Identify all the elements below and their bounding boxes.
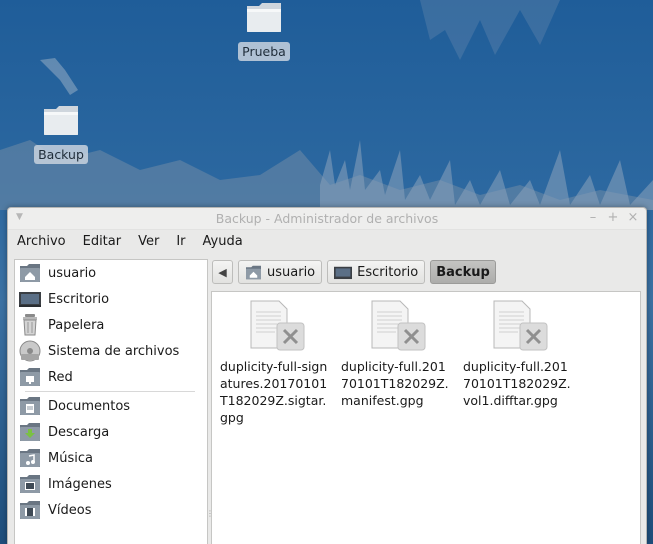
broken-document-icon	[247, 300, 305, 352]
sidebar-item-label: Imágenes	[48, 476, 112, 492]
sidebar-item-documentos[interactable]: Documentos	[15, 393, 207, 419]
window-title: Backup - Administrador de archivos	[215, 211, 439, 226]
path-crumb-label: usuario	[267, 264, 316, 280]
chevron-left-icon: ◀	[218, 265, 227, 279]
menu-ayuda[interactable]: Ayuda	[203, 234, 243, 249]
videos-folder-icon	[19, 499, 41, 521]
broken-document-icon	[368, 300, 426, 352]
music-folder-icon	[19, 447, 41, 469]
close-button[interactable]: ×	[626, 210, 640, 226]
sidebar-item-label: usuario	[48, 265, 97, 281]
maximize-button[interactable]: +	[606, 210, 620, 226]
path-crumb-label: Escritorio	[357, 264, 419, 280]
file-item[interactable]: duplicity-full.20170101T182029Z.manifest…	[339, 300, 453, 409]
trash-icon	[19, 314, 41, 336]
file-name: duplicity-full-signatures.20170101T18202…	[220, 359, 328, 425]
window-titlebar[interactable]: ▼ Backup - Administrador de archivos – +…	[8, 208, 646, 230]
pictures-folder-icon	[19, 473, 41, 495]
sidebar-item-label: Música	[48, 450, 93, 466]
desktop-icon	[334, 265, 353, 280]
path-crumb-label: Backup	[436, 264, 490, 280]
home-folder-icon	[19, 262, 41, 284]
minimize-button[interactable]: –	[586, 210, 600, 226]
menubar: Archivo Editar Ver Ir Ayuda	[8, 230, 646, 252]
sidebar-item-label: Descarga	[48, 424, 110, 440]
file-view[interactable]: duplicity-full-signatures.20170101T18202…	[211, 291, 641, 544]
sidebar-item-label: Sistema de archivos	[48, 343, 180, 359]
desktop-icon-backup[interactable]: Backup	[26, 103, 96, 164]
file-name: duplicity-full.20170101T182029Z.vol1.dif…	[463, 359, 571, 408]
path-bar: ◀ usuario Escritorio Backup	[212, 259, 501, 285]
path-crumb-usuario[interactable]: usuario	[238, 260, 323, 284]
drive-icon	[19, 340, 41, 362]
path-crumb-backup[interactable]: Backup	[430, 260, 496, 284]
sidebar-item-papelera[interactable]: Papelera	[15, 312, 207, 338]
network-icon	[19, 366, 41, 388]
sidebar-item-musica[interactable]: Música	[15, 445, 207, 471]
file-item[interactable]: duplicity-full.20170101T182029Z.vol1.dif…	[461, 300, 575, 409]
menu-archivo[interactable]: Archivo	[17, 234, 66, 249]
file-item[interactable]: duplicity-full-signatures.20170101T18202…	[218, 300, 332, 426]
desktop-icon-prueba[interactable]: Prueba	[229, 0, 299, 61]
sidebar-item-label: Documentos	[48, 398, 131, 414]
menu-ver[interactable]: Ver	[138, 234, 159, 249]
sidebar-item-descarga[interactable]: Descarga	[15, 419, 207, 445]
sidebar-item-red[interactable]: Red	[15, 364, 207, 390]
menu-editar[interactable]: Editar	[83, 234, 122, 249]
sidebar-item-label: Vídeos	[48, 502, 92, 518]
pane-splitter-handle[interactable]: ⋮	[206, 509, 214, 518]
broken-document-icon	[490, 300, 548, 352]
sidebar-item-escritorio[interactable]: Escritorio	[15, 286, 207, 312]
path-back-button[interactable]: ◀	[212, 260, 233, 284]
sidebar-separator	[25, 391, 195, 392]
desktop-icon-label: Prueba	[238, 42, 290, 61]
documents-folder-icon	[19, 395, 41, 417]
download-folder-icon	[19, 421, 41, 443]
desktop-wallpaper	[0, 0, 653, 210]
menu-ir[interactable]: Ir	[176, 234, 185, 249]
file-manager-window: ▼ Backup - Administrador de archivos – +…	[7, 207, 647, 544]
sidebar-item-label: Escritorio	[48, 291, 110, 307]
sidebar-item-videos[interactable]: Vídeos	[15, 497, 207, 523]
folder-icon	[26, 103, 96, 141]
home-folder-icon	[245, 265, 262, 280]
side-pane: usuario Escritorio Papelera Sistema de a…	[14, 259, 208, 544]
sidebar-item-label: Red	[48, 369, 73, 385]
desktop-icon	[19, 288, 41, 310]
sidebar-item-label: Papelera	[48, 317, 105, 333]
desktop-icon-label: Backup	[34, 145, 88, 164]
sidebar-item-imagenes[interactable]: Imágenes	[15, 471, 207, 497]
path-crumb-escritorio[interactable]: Escritorio	[327, 260, 426, 284]
file-name: duplicity-full.20170101T182029Z.manifest…	[341, 359, 449, 408]
folder-icon	[229, 0, 299, 38]
sidebar-item-usuario[interactable]: usuario	[15, 260, 207, 286]
sidebar-item-sistema-de-archivos[interactable]: Sistema de archivos	[15, 338, 207, 364]
